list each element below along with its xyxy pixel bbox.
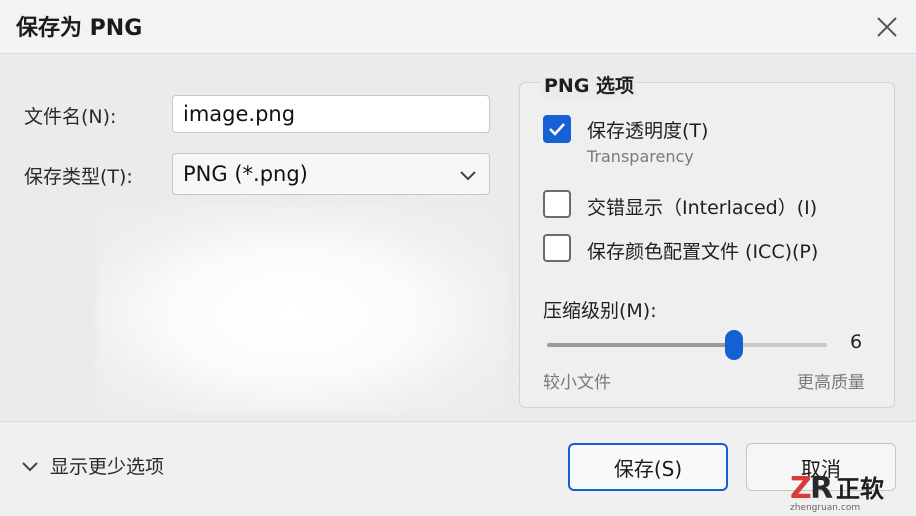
zr-logo-icon: Z R 正软 zhengruan.com: [790, 471, 884, 513]
preview-blur: [96, 205, 506, 415]
save-button[interactable]: 保存(S): [568, 443, 728, 491]
close-icon: [877, 17, 897, 37]
icc-checkbox[interactable]: [543, 234, 571, 262]
compression-value: 6: [850, 331, 863, 353]
save-button-label: 保存(S): [613, 456, 683, 481]
filetype-value: PNG (*.png): [183, 162, 308, 186]
interlaced-checkbox[interactable]: [543, 190, 571, 218]
watermark-logo: Z R 正软 zhengruan.com: [790, 468, 906, 513]
filename-value: image.png: [183, 102, 296, 126]
svg-text:R: R: [810, 471, 833, 506]
icc-label: 保存颜色配置文件 (ICC)(P): [587, 241, 819, 263]
interlaced-label: 交错显示（Interlaced）(I): [587, 197, 818, 219]
compression-slider[interactable]: [547, 330, 827, 360]
show-fewer-options-label: 显示更少选项: [50, 456, 165, 478]
watermark-url: zhengruan.com: [790, 503, 860, 512]
transparency-sublabel: Transparency: [587, 147, 694, 166]
slider-max-label: 更高质量: [797, 373, 865, 393]
filename-label: 文件名(N):: [24, 106, 117, 128]
watermark-logo-text: 正软: [836, 475, 884, 503]
svg-text:Z: Z: [790, 471, 812, 506]
slider-thumb[interactable]: [724, 330, 743, 360]
slider-fill: [547, 343, 734, 347]
filetype-select[interactable]: PNG (*.png): [172, 153, 490, 195]
title-bar: 保存为 PNG: [0, 0, 916, 54]
slider-min-label: 较小文件: [543, 373, 611, 393]
chevron-down-icon: [22, 461, 38, 471]
png-options-title: PNG 选项: [541, 71, 638, 98]
filename-input[interactable]: image.png: [172, 95, 490, 133]
chevron-down-icon: [460, 171, 476, 181]
checkmark-icon: [549, 123, 565, 136]
dialog-title: 保存为 PNG: [16, 16, 143, 41]
show-fewer-options-toggle[interactable]: 显示更少选项: [20, 452, 164, 479]
compression-label: 压缩级别(M):: [543, 300, 657, 322]
transparency-label: 保存透明度(T): [587, 120, 709, 142]
transparency-checkbox[interactable]: [543, 115, 571, 143]
filetype-label: 保存类型(T):: [24, 166, 133, 188]
close-button[interactable]: [872, 12, 902, 42]
